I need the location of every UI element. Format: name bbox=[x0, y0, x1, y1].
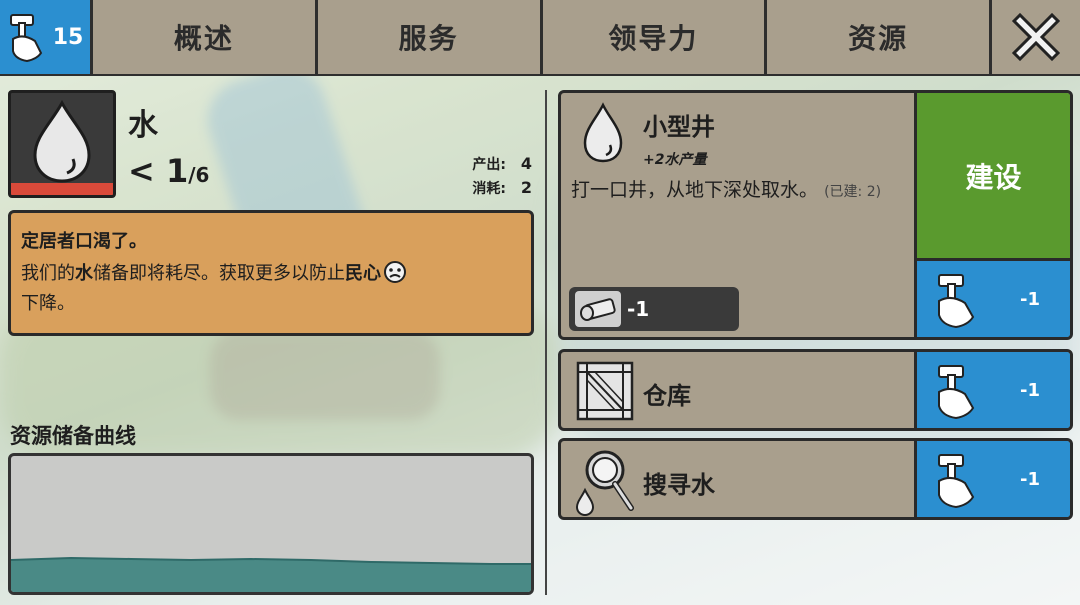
alert-body: 我们的水储备即将耗尽。获取更多以防止民心下降。 bbox=[21, 259, 521, 319]
production-stat: 产出: 4 bbox=[472, 154, 532, 174]
resource-count: < 1/6 bbox=[128, 152, 209, 190]
building-info: 搜寻水 bbox=[561, 441, 914, 517]
building-description-text: 打一口井，从地下深处取水。 bbox=[571, 179, 819, 201]
consumption-value: 2 bbox=[520, 178, 532, 197]
building-actions: -1 bbox=[914, 352, 1070, 428]
building-card-search-water: 搜寻水 -1 bbox=[558, 438, 1073, 520]
building-actions: -1 bbox=[914, 441, 1070, 517]
worker-cost-button[interactable]: -1 bbox=[914, 441, 1070, 517]
water-drop-icon bbox=[583, 102, 623, 163]
alert-text: 下降。 bbox=[21, 293, 75, 314]
building-effect: +2水产量 bbox=[643, 152, 707, 168]
close-icon bbox=[1011, 12, 1061, 62]
panel-divider bbox=[545, 90, 547, 595]
reserve-curve-chart bbox=[8, 453, 534, 595]
alert-text: 我们的 bbox=[21, 263, 75, 284]
tab-overview[interactable]: 概述 bbox=[93, 0, 315, 74]
building-name: 小型井 bbox=[643, 113, 715, 141]
worker-cost-button[interactable]: -1 bbox=[914, 352, 1070, 428]
alert-morale-highlight: 民心 bbox=[345, 263, 381, 284]
worker-cost-button[interactable]: -1 bbox=[914, 261, 1070, 337]
hammer-hand-icon bbox=[9, 14, 42, 63]
building-name: 搜寻水 bbox=[643, 471, 715, 499]
built-count-note: (已建: 2) bbox=[824, 184, 882, 200]
hammer-hand-icon bbox=[938, 454, 975, 509]
wood-log-icon bbox=[575, 291, 621, 327]
tab-leadership[interactable]: 领导力 bbox=[542, 0, 765, 74]
worker-count: 15 bbox=[52, 24, 84, 50]
thirst-alert: 定居者口渴了。 我们的水储备即将耗尽。获取更多以防止民心下降。 bbox=[8, 210, 534, 336]
alert-text: 储备即将耗尽。获取更多以防止 bbox=[93, 263, 345, 284]
worker-cost-value: -1 bbox=[1020, 379, 1040, 401]
building-description: 打一口井，从地下深处取水。 (已建: 2) bbox=[571, 177, 911, 205]
reserve-curve-title: 资源储备曲线 bbox=[10, 424, 136, 448]
consumption-stat: 消耗: 2 bbox=[472, 178, 532, 198]
building-card-small-well: 小型井 +2水产量 打一口井，从地下深处取水。 (已建: 2) -1 建设 -1 bbox=[558, 90, 1073, 340]
consumption-label: 消耗: bbox=[472, 181, 506, 197]
hammer-hand-icon bbox=[938, 274, 975, 329]
worker-cost-value: -1 bbox=[1020, 468, 1040, 490]
water-drop-icon bbox=[33, 99, 91, 183]
water-level-bar bbox=[11, 183, 113, 195]
top-tab-bar: 15 概述 服务 领导力 资源 bbox=[0, 0, 1080, 76]
building-info: 小型井 +2水产量 打一口井，从地下深处取水。 (已建: 2) -1 bbox=[561, 93, 914, 337]
building-card-warehouse: 仓库 -1 bbox=[558, 349, 1073, 431]
building-name: 仓库 bbox=[643, 382, 691, 410]
resource-count-value: < 1 bbox=[128, 152, 189, 190]
water-resource-icon-box bbox=[8, 90, 116, 198]
resource-name: 水 bbox=[128, 108, 158, 143]
tab-resources[interactable]: 资源 bbox=[767, 0, 989, 74]
crate-icon bbox=[576, 361, 634, 421]
worker-count-badge[interactable]: 15 bbox=[0, 0, 90, 74]
close-button[interactable] bbox=[992, 0, 1080, 74]
alert-title: 定居者口渴了。 bbox=[21, 231, 147, 252]
magnifier-water-icon bbox=[575, 450, 634, 516]
wood-cost-value: -1 bbox=[627, 297, 650, 321]
tab-services[interactable]: 服务 bbox=[317, 0, 540, 74]
hammer-hand-icon bbox=[938, 365, 975, 420]
worker-cost-value: -1 bbox=[1020, 288, 1040, 310]
production-value: 4 bbox=[520, 154, 532, 173]
build-button[interactable]: 建设 bbox=[914, 93, 1070, 261]
production-label: 产出: bbox=[472, 157, 506, 173]
morale-face-icon bbox=[384, 261, 406, 283]
alert-resource-highlight: 水 bbox=[75, 263, 93, 284]
wood-cost-chip: -1 bbox=[569, 287, 739, 331]
building-actions: 建设 -1 bbox=[914, 93, 1070, 337]
reserve-curve-graph bbox=[11, 556, 531, 592]
resource-count-capacity: /6 bbox=[188, 163, 210, 187]
building-info: 仓库 bbox=[561, 352, 914, 428]
